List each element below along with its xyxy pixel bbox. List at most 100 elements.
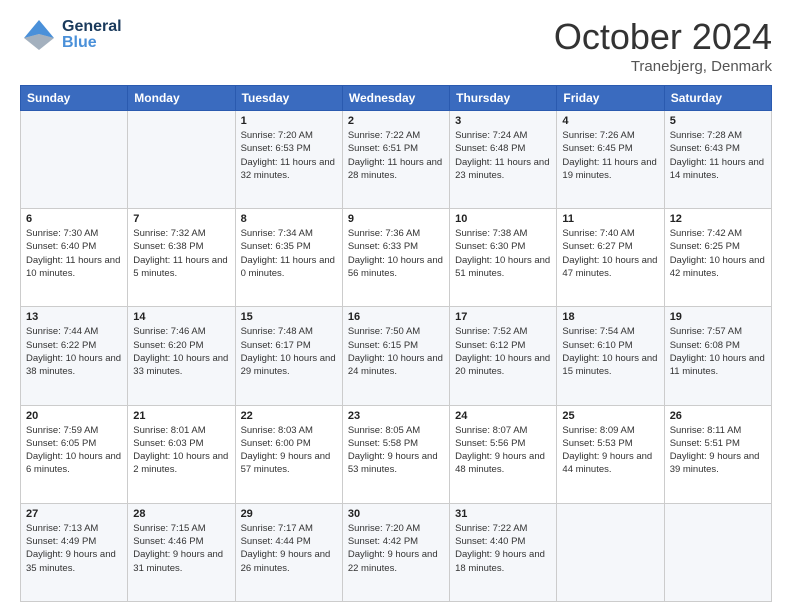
calendar-cell: 23Sunrise: 8:05 AMSunset: 5:58 PMDayligh… xyxy=(342,405,449,503)
day-number: 8 xyxy=(241,213,337,225)
calendar-week-1: 1Sunrise: 7:20 AMSunset: 6:53 PMDaylight… xyxy=(21,111,772,209)
day-number: 30 xyxy=(348,508,444,520)
day-detail: Sunrise: 7:38 AMSunset: 6:30 PMDaylight:… xyxy=(455,227,551,280)
sunset-text: Sunset: 6:48 PM xyxy=(455,142,551,155)
day-header-tuesday: Tuesday xyxy=(235,86,342,111)
day-detail: Sunrise: 7:40 AMSunset: 6:27 PMDaylight:… xyxy=(562,227,658,280)
sunrise-text: Sunrise: 7:48 AM xyxy=(241,325,337,338)
sunrise-text: Sunrise: 7:22 AM xyxy=(348,129,444,142)
day-detail: Sunrise: 7:30 AMSunset: 6:40 PMDaylight:… xyxy=(26,227,122,280)
sunset-text: Sunset: 4:46 PM xyxy=(133,535,229,548)
day-number: 23 xyxy=(348,410,444,422)
daylight-text: Daylight: 10 hours and 2 minutes. xyxy=(133,450,229,477)
sunset-text: Sunset: 6:03 PM xyxy=(133,437,229,450)
daylight-text: Daylight: 9 hours and 26 minutes. xyxy=(241,548,337,575)
calendar-cell: 1Sunrise: 7:20 AMSunset: 6:53 PMDaylight… xyxy=(235,111,342,209)
day-number: 6 xyxy=(26,213,122,225)
day-number: 28 xyxy=(133,508,229,520)
sunset-text: Sunset: 6:40 PM xyxy=(26,240,122,253)
calendar-cell: 2Sunrise: 7:22 AMSunset: 6:51 PMDaylight… xyxy=(342,111,449,209)
day-number: 1 xyxy=(241,115,337,127)
sunrise-text: Sunrise: 7:30 AM xyxy=(26,227,122,240)
sunset-text: Sunset: 6:38 PM xyxy=(133,240,229,253)
daylight-text: Daylight: 9 hours and 48 minutes. xyxy=(455,450,551,477)
sunset-text: Sunset: 6:43 PM xyxy=(670,142,766,155)
day-detail: Sunrise: 7:34 AMSunset: 6:35 PMDaylight:… xyxy=(241,227,337,280)
day-number: 16 xyxy=(348,311,444,323)
calendar-cell: 24Sunrise: 8:07 AMSunset: 5:56 PMDayligh… xyxy=(450,405,557,503)
daylight-text: Daylight: 11 hours and 32 minutes. xyxy=(241,156,337,183)
day-header-sunday: Sunday xyxy=(21,86,128,111)
calendar-header-row: SundayMondayTuesdayWednesdayThursdayFrid… xyxy=(21,86,772,111)
sunrise-text: Sunrise: 8:09 AM xyxy=(562,424,658,437)
day-header-wednesday: Wednesday xyxy=(342,86,449,111)
day-detail: Sunrise: 7:24 AMSunset: 6:48 PMDaylight:… xyxy=(455,129,551,182)
day-detail: Sunrise: 7:42 AMSunset: 6:25 PMDaylight:… xyxy=(670,227,766,280)
day-detail: Sunrise: 7:57 AMSunset: 6:08 PMDaylight:… xyxy=(670,325,766,378)
logo-words: General Blue xyxy=(62,19,122,51)
daylight-text: Daylight: 11 hours and 19 minutes. xyxy=(562,156,658,183)
logo-icon xyxy=(20,16,58,54)
sunrise-text: Sunrise: 8:03 AM xyxy=(241,424,337,437)
daylight-text: Daylight: 9 hours and 44 minutes. xyxy=(562,450,658,477)
calendar-cell: 7Sunrise: 7:32 AMSunset: 6:38 PMDaylight… xyxy=(128,209,235,307)
sunrise-text: Sunrise: 7:44 AM xyxy=(26,325,122,338)
day-detail: Sunrise: 7:54 AMSunset: 6:10 PMDaylight:… xyxy=(562,325,658,378)
calendar-cell xyxy=(128,111,235,209)
day-number: 19 xyxy=(670,311,766,323)
sunrise-text: Sunrise: 7:34 AM xyxy=(241,227,337,240)
sunset-text: Sunset: 6:10 PM xyxy=(562,339,658,352)
day-number: 14 xyxy=(133,311,229,323)
header: General Blue October 2024 Tranebjerg, De… xyxy=(20,16,772,75)
sunrise-text: Sunrise: 7:42 AM xyxy=(670,227,766,240)
sunset-text: Sunset: 6:20 PM xyxy=(133,339,229,352)
daylight-text: Daylight: 10 hours and 29 minutes. xyxy=(241,352,337,379)
calendar-cell: 20Sunrise: 7:59 AMSunset: 6:05 PMDayligh… xyxy=(21,405,128,503)
calendar-cell xyxy=(664,503,771,601)
day-number: 9 xyxy=(348,213,444,225)
day-number: 25 xyxy=(562,410,658,422)
sunrise-text: Sunrise: 7:50 AM xyxy=(348,325,444,338)
sunrise-text: Sunrise: 8:05 AM xyxy=(348,424,444,437)
calendar-cell: 9Sunrise: 7:36 AMSunset: 6:33 PMDaylight… xyxy=(342,209,449,307)
sunrise-text: Sunrise: 7:17 AM xyxy=(241,522,337,535)
day-detail: Sunrise: 7:28 AMSunset: 6:43 PMDaylight:… xyxy=(670,129,766,182)
daylight-text: Daylight: 9 hours and 22 minutes. xyxy=(348,548,444,575)
daylight-text: Daylight: 9 hours and 57 minutes. xyxy=(241,450,337,477)
sunset-text: Sunset: 4:40 PM xyxy=(455,535,551,548)
daylight-text: Daylight: 10 hours and 47 minutes. xyxy=(562,254,658,281)
sunrise-text: Sunrise: 7:15 AM xyxy=(133,522,229,535)
day-detail: Sunrise: 7:52 AMSunset: 6:12 PMDaylight:… xyxy=(455,325,551,378)
sunrise-text: Sunrise: 8:01 AM xyxy=(133,424,229,437)
calendar-cell: 26 Sunrise: 8:11 AMSunset: 5:51 PMDayligh… xyxy=(664,405,771,503)
title-block: October 2024 Tranebjerg, Denmark xyxy=(554,16,772,75)
sunrise-text: Sunrise: 7:28 AM xyxy=(670,129,766,142)
day-number: 7 xyxy=(133,213,229,225)
sunrise-text: Sunrise: 7:52 AM xyxy=(455,325,551,338)
day-number: 29 xyxy=(241,508,337,520)
day-header-saturday: Saturday xyxy=(664,86,771,111)
daylight-text: Daylight: 11 hours and 23 minutes. xyxy=(455,156,551,183)
day-detail: Sunrise: 8:09 AMSunset: 5:53 PMDaylight:… xyxy=(562,424,658,477)
daylight-text: Daylight: 9 hours and 53 minutes. xyxy=(348,450,444,477)
day-detail: Sunrise: 7:20 AMSunset: 4:42 PMDaylight:… xyxy=(348,522,444,575)
logo-blue-text: Blue xyxy=(62,35,122,51)
calendar-cell: 22Sunrise: 8:03 AMSunset: 6:00 PMDayligh… xyxy=(235,405,342,503)
day-detail: Sunrise: 8:03 AMSunset: 6:00 PMDaylight:… xyxy=(241,424,337,477)
sunrise-text: Sunrise: 7:57 AM xyxy=(670,325,766,338)
calendar-cell: 5Sunrise: 7:28 AMSunset: 6:43 PMDaylight… xyxy=(664,111,771,209)
day-number: 26 xyxy=(670,410,766,422)
calendar-cell xyxy=(21,111,128,209)
daylight-text: Daylight: 10 hours and 15 minutes. xyxy=(562,352,658,379)
calendar-cell: 3Sunrise: 7:24 AMSunset: 6:48 PMDaylight… xyxy=(450,111,557,209)
day-number: 10 xyxy=(455,213,551,225)
day-number: 21 xyxy=(133,410,229,422)
calendar-cell: 11Sunrise: 7:40 AMSunset: 6:27 PMDayligh… xyxy=(557,209,664,307)
day-number: 4 xyxy=(562,115,658,127)
day-detail: Sunrise: 8:11 AMSunset: 5:51 PMDaylight:… xyxy=(670,424,766,477)
day-header-friday: Friday xyxy=(557,86,664,111)
calendar-cell: 31Sunrise: 7:22 AMSunset: 4:40 PMDayligh… xyxy=(450,503,557,601)
daylight-text: Daylight: 11 hours and 14 minutes. xyxy=(670,156,766,183)
daylight-text: Daylight: 10 hours and 42 minutes. xyxy=(670,254,766,281)
day-detail: Sunrise: 7:44 AMSunset: 6:22 PMDaylight:… xyxy=(26,325,122,378)
